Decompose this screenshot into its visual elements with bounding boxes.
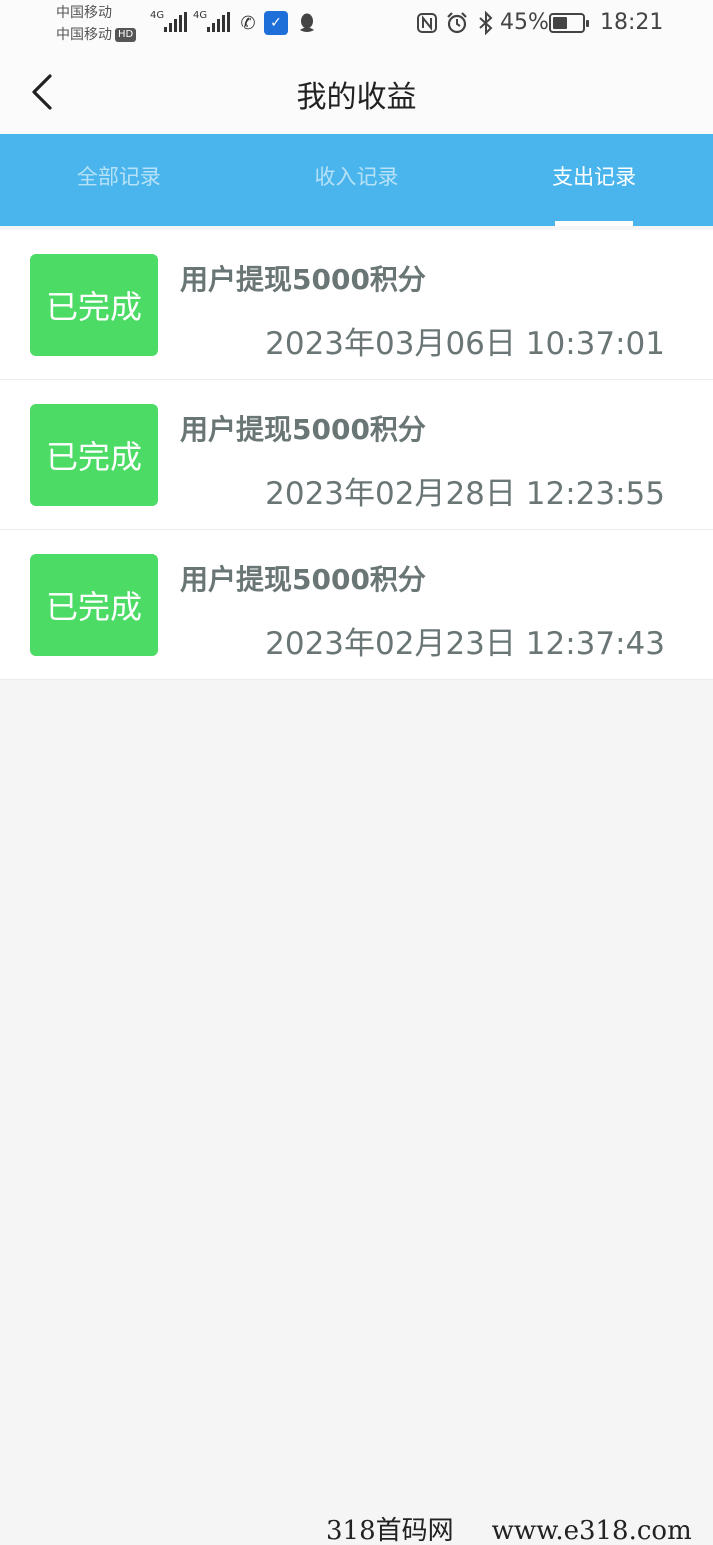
record-time: 2023年03月06日 10:37:01 <box>265 326 665 362</box>
watermark-url: www.e318.com <box>491 1516 692 1545</box>
hd-badge: HD <box>115 28 137 42</box>
watermark: 318首码网 www.e318.com <box>326 1510 692 1545</box>
clock: 18:21 <box>600 10 664 35</box>
record-time: 2023年02月23日 12:37:43 <box>265 626 665 662</box>
status-badge: 已完成 <box>30 554 158 656</box>
list-item[interactable]: 已完成 用户提现5000积分 2023年03月06日 10:37:01 <box>0 230 713 380</box>
wifi-calling-icon: ✆ <box>240 12 256 34</box>
security-shield-icon: ✓ <box>264 11 288 35</box>
tab-all-records[interactable]: 全部记录 <box>0 134 238 226</box>
list-item[interactable]: 已完成 用户提现5000积分 2023年02月23日 12:37:43 <box>0 530 713 680</box>
network-type-label: 4G <box>150 10 165 21</box>
tab-income-records[interactable]: 收入记录 <box>238 134 476 226</box>
record-title: 用户提现5000积分 <box>180 413 426 446</box>
watermark-site-name: 318首码网 <box>326 1516 454 1545</box>
battery-level <box>553 17 568 29</box>
qq-icon <box>295 11 319 35</box>
network-type-label: 4G <box>193 10 208 21</box>
record-time: 2023年02月28日 12:23:55 <box>265 476 665 512</box>
tab-bar: 全部记录 收入记录 支出记录 <box>0 134 713 226</box>
record-title: 用户提现5000积分 <box>180 563 426 596</box>
carrier-label: 中国移动 <box>56 5 112 21</box>
tab-label: 收入记录 <box>314 165 399 189</box>
page-title: 我的收益 <box>296 80 417 115</box>
carrier-label-hd: 中国移动 HD <box>56 26 137 44</box>
battery-icon <box>549 13 589 33</box>
signal-icon <box>164 12 187 32</box>
status-badge: 已完成 <box>30 254 158 356</box>
bluetooth-icon <box>474 11 498 35</box>
tab-label: 支出记录 <box>552 165 637 189</box>
tab-label: 全部记录 <box>76 165 161 189</box>
tab-expense-records[interactable]: 支出记录 <box>475 134 713 226</box>
tab-active-indicator <box>555 221 634 226</box>
nav-bar: 我的收益 <box>0 50 713 134</box>
record-title: 用户提现5000积分 <box>180 263 426 296</box>
carrier-label: 中国移动 <box>56 27 112 43</box>
alarm-icon <box>445 11 469 35</box>
records-list: 已完成 用户提现5000积分 2023年03月06日 10:37:01 已完成 … <box>0 230 713 680</box>
battery-percent: 45% <box>500 10 549 35</box>
list-item[interactable]: 已完成 用户提现5000积分 2023年02月28日 12:23:55 <box>0 380 713 530</box>
nfc-icon <box>415 11 439 35</box>
status-bar: 中国移动 中国移动 HD 4G 4G ✆ ✓ 45% 18:21 <box>0 0 713 50</box>
status-badge: 已完成 <box>30 404 158 506</box>
signal-icon <box>207 12 230 32</box>
